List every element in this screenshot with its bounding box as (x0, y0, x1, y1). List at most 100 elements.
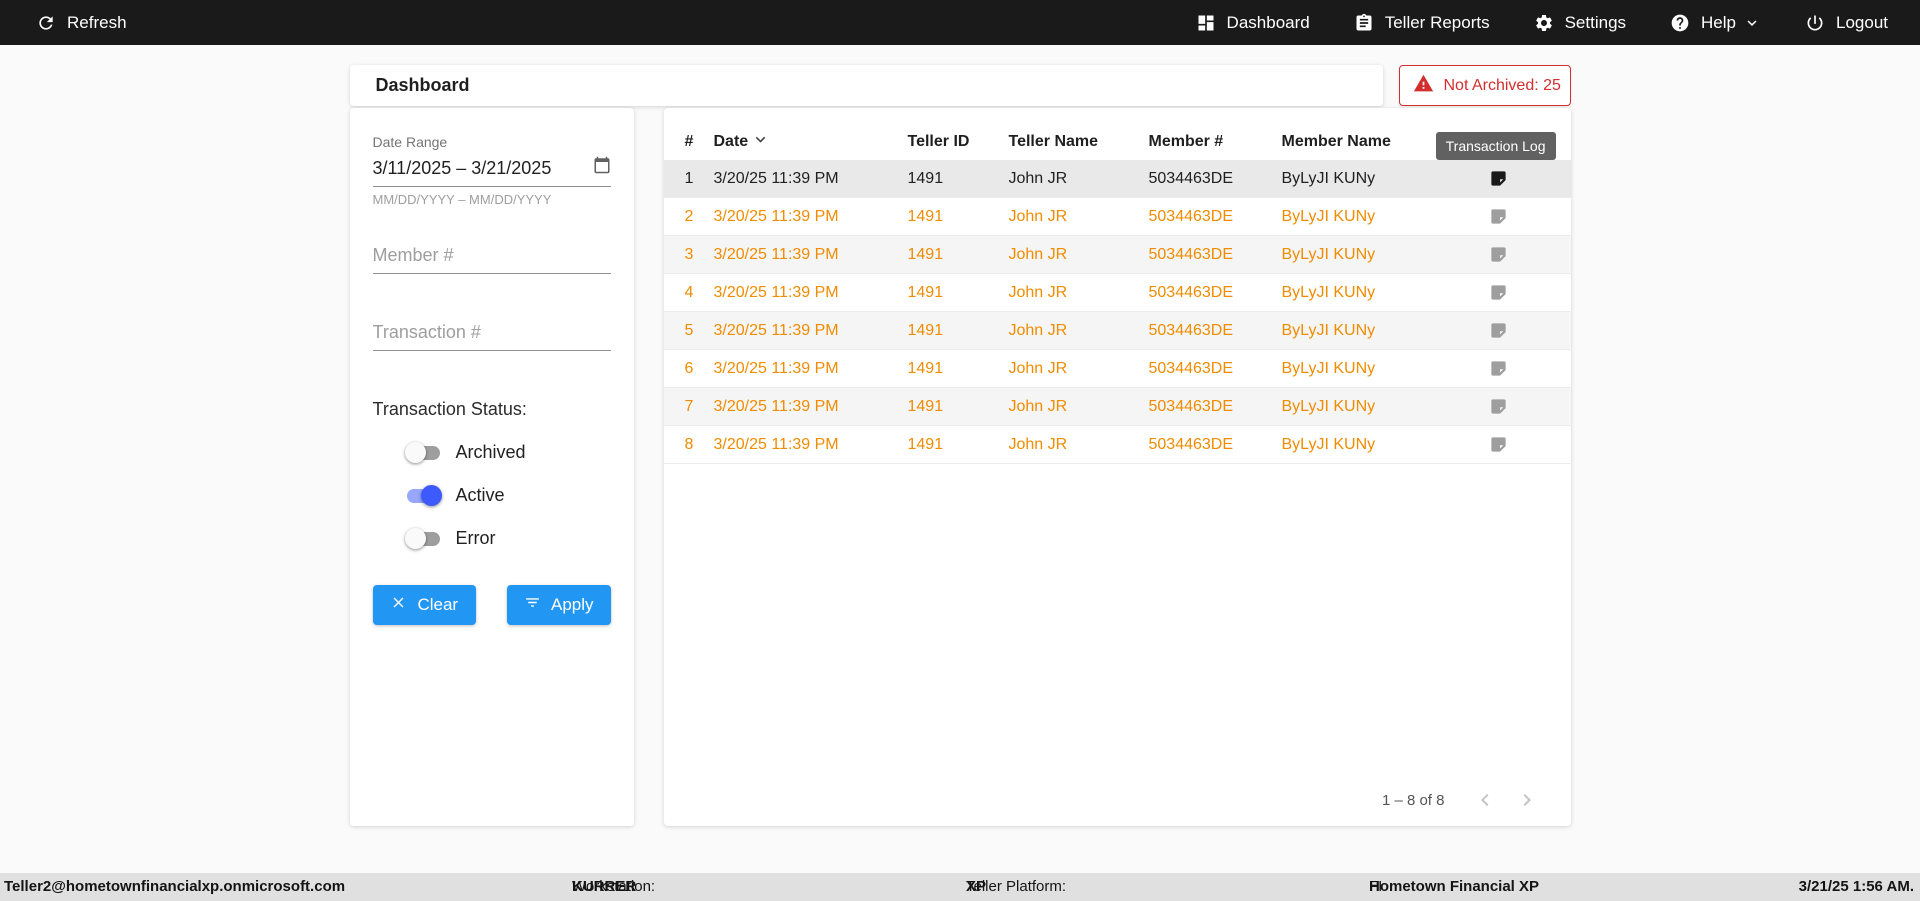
error-toggle[interactable] (404, 528, 442, 549)
status-footer: Teller2@hometownfinancialxp.onmicrosoft.… (0, 873, 1920, 901)
row-date: 3/20/25 11:39 PM (713, 283, 839, 301)
warning-triangle-icon (1413, 73, 1434, 99)
row-teller-name: John JR (1008, 397, 1068, 415)
table-row[interactable]: 7 3/20/25 11:39 PM 1491 John JR 5034463DE ByL… (663, 388, 1571, 426)
sort-arrow-icon (751, 130, 770, 154)
filter-icon (524, 594, 541, 616)
table-row[interactable]: 2 3/20/25 11:39 PM 1491 John JR 5034463DE ByL… (663, 198, 1571, 236)
logout-icon (1805, 13, 1825, 33)
row-teller-id: 1491 (907, 169, 944, 187)
row-teller-name: John JR (1008, 283, 1068, 301)
member-number-field (372, 239, 611, 274)
toggle-row-error[interactable]: Error (404, 528, 611, 549)
transactions-table-card: # Date Teller ID Teller Name Member # Me… (663, 108, 1571, 826)
content-area: Dashboard Not Archived: 25 Date Range MM… (349, 45, 1571, 826)
table-row[interactable]: 5 3/20/25 11:39 PM 1491 John JR 5034463DE ByL… (663, 312, 1571, 350)
x-icon (390, 594, 407, 616)
table-row[interactable]: 8 3/20/25 11:39 PM 1491 John JR 5034463DE ByL… (663, 426, 1571, 464)
active-toggle-label: Active (455, 485, 505, 505)
nav-logout[interactable]: Logout (1805, 13, 1888, 33)
nav-teller-reports[interactable]: Teller Reports (1354, 13, 1490, 33)
active-toggle[interactable] (405, 485, 442, 506)
row-teller-name: John JR (1008, 359, 1068, 377)
column-number[interactable]: # (685, 133, 714, 151)
toggle-row-active[interactable]: Active (405, 485, 611, 506)
nav-dashboard-label: Dashboard (1226, 12, 1310, 32)
row-member-number: 5034463DE (1148, 245, 1234, 263)
date-range-label: Date Range (372, 134, 448, 150)
footer-platform-label: Teller Platform: (966, 878, 1067, 895)
transaction-log-tooltip: Transaction Log (1435, 132, 1556, 160)
row-member-name: ByLyJI KUNy (1281, 397, 1376, 415)
column-member-number[interactable]: Member # (1149, 133, 1282, 151)
row-member-name: ByLyJI KUNy (1281, 245, 1376, 263)
row-member-number: 5034463DE (1148, 321, 1234, 339)
transaction-number-input[interactable] (372, 316, 611, 351)
column-teller-id[interactable]: Teller ID (908, 133, 1009, 151)
row-member-name: ByLyJI KUNy (1281, 283, 1376, 301)
row-member-name: ByLyJI KUNy (1281, 359, 1376, 377)
transaction-log-icon[interactable] (1489, 321, 1508, 340)
nav-settings[interactable]: Settings (1534, 13, 1626, 33)
main-row: Date Range MM/DD/YYYY – MM/DD/YYYY Trans… (349, 108, 1571, 826)
column-member-name[interactable]: Member Name (1282, 133, 1451, 151)
row-member-name: ByLyJI KUNy (1281, 321, 1376, 339)
row-teller-id: 1491 (907, 283, 944, 301)
pagination-next-button[interactable] (1515, 788, 1539, 812)
row-teller-name: John JR (1008, 207, 1068, 225)
date-range-input[interactable] (372, 152, 611, 187)
transaction-log-icon[interactable] (1489, 359, 1508, 378)
topbar: Refresh Dashboard Teller Reports Setting… (0, 0, 1920, 45)
member-number-input[interactable] (372, 239, 611, 274)
transaction-log-icon[interactable] (1489, 169, 1508, 188)
transaction-log-icon[interactable] (1489, 435, 1508, 454)
teller-reports-icon (1354, 13, 1374, 33)
row-actions (1489, 359, 1571, 378)
footer-platform: Teller Platform: XP (966, 873, 1066, 901)
apply-button[interactable]: Apply (507, 585, 611, 625)
page-title: Dashboard (375, 75, 470, 95)
row-actions (1489, 321, 1571, 340)
refresh-button[interactable]: Refresh (36, 13, 127, 33)
transaction-log-icon[interactable] (1489, 207, 1508, 226)
clear-button[interactable]: Clear (372, 585, 476, 625)
footer-fi-value: Hometown Financial XP (1369, 878, 1540, 895)
archived-toggle[interactable] (404, 442, 442, 463)
toggle-row-archived[interactable]: Archived (404, 442, 611, 463)
transaction-log-icon[interactable] (1489, 397, 1508, 416)
column-teller-name[interactable]: Teller Name (1009, 133, 1149, 151)
row-date: 3/20/25 11:39 PM (713, 435, 839, 453)
table-row[interactable]: 4 3/20/25 11:39 PM 1491 John JR 5034463DE ByL… (663, 274, 1571, 312)
transaction-log-icon[interactable] (1489, 245, 1508, 264)
pagination-prev-button[interactable] (1473, 788, 1497, 812)
row-teller-name: John JR (1008, 169, 1068, 187)
row-member-name: ByLyJI KUNy (1281, 169, 1376, 187)
footer-fi: FI: Hometown Financial XP (1369, 873, 1539, 901)
clear-button-label: Clear (417, 595, 459, 614)
row-member-number: 5034463DE (1148, 435, 1234, 453)
row-actions (1489, 207, 1571, 226)
table-row[interactable]: 6 3/20/25 11:39 PM 1491 John JR 5034463DE ByL… (663, 350, 1571, 388)
row-date: 3/20/25 11:39 PM (713, 321, 839, 339)
nav-help[interactable]: Help (1670, 13, 1761, 33)
topbar-nav: Dashboard Teller Reports Settings Help L… (1196, 13, 1888, 33)
not-archived-badge[interactable]: Not Archived: 25 (1398, 65, 1571, 106)
table-row[interactable]: 1 3/20/25 11:39 PM 1491 John JR 5034463DE ByL… (663, 160, 1571, 198)
calendar-icon[interactable] (593, 156, 611, 179)
filter-panel: Date Range MM/DD/YYYY – MM/DD/YYYY Trans… (349, 108, 634, 826)
column-date[interactable]: Date (714, 130, 908, 154)
row-number: 3 (684, 245, 694, 263)
row-actions (1489, 245, 1571, 264)
footer-fi-label: FI: (1369, 878, 1387, 895)
date-range-helper: MM/DD/YYYY – MM/DD/YYYY (372, 192, 552, 207)
nav-dashboard[interactable]: Dashboard (1196, 13, 1310, 33)
nav-logout-label: Logout (1836, 12, 1888, 32)
row-teller-id: 1491 (907, 435, 944, 453)
transaction-log-icon[interactable] (1489, 283, 1508, 302)
row-teller-id: 1491 (907, 397, 944, 415)
column-date-label: Date (713, 133, 749, 150)
row-number: 8 (684, 435, 694, 453)
table-row[interactable]: 3 3/20/25 11:39 PM 1491 John JR 5034463DE ByL… (663, 236, 1571, 274)
row-teller-name: John JR (1008, 321, 1068, 339)
row-actions (1489, 397, 1571, 416)
